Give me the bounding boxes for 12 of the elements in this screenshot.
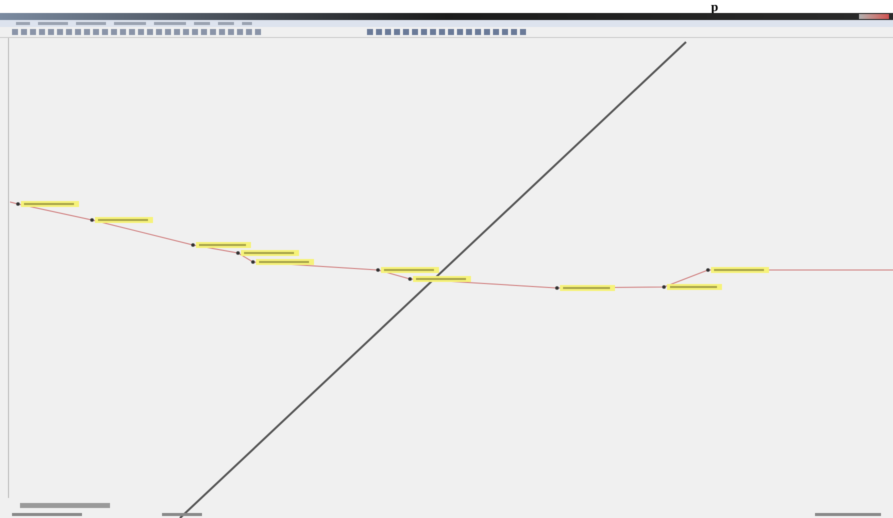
station-marker xyxy=(408,276,471,282)
station-marker xyxy=(236,250,299,256)
station-marker xyxy=(16,201,79,207)
station-marker xyxy=(191,242,251,248)
station-marker xyxy=(555,285,615,291)
station-marker xyxy=(376,267,439,273)
station-marker xyxy=(251,259,314,265)
station-marker xyxy=(90,217,153,223)
station-marker xyxy=(662,284,722,290)
close-button[interactable] xyxy=(859,14,889,19)
caption-fragment: p xyxy=(711,0,718,13)
station-marker xyxy=(706,267,769,273)
